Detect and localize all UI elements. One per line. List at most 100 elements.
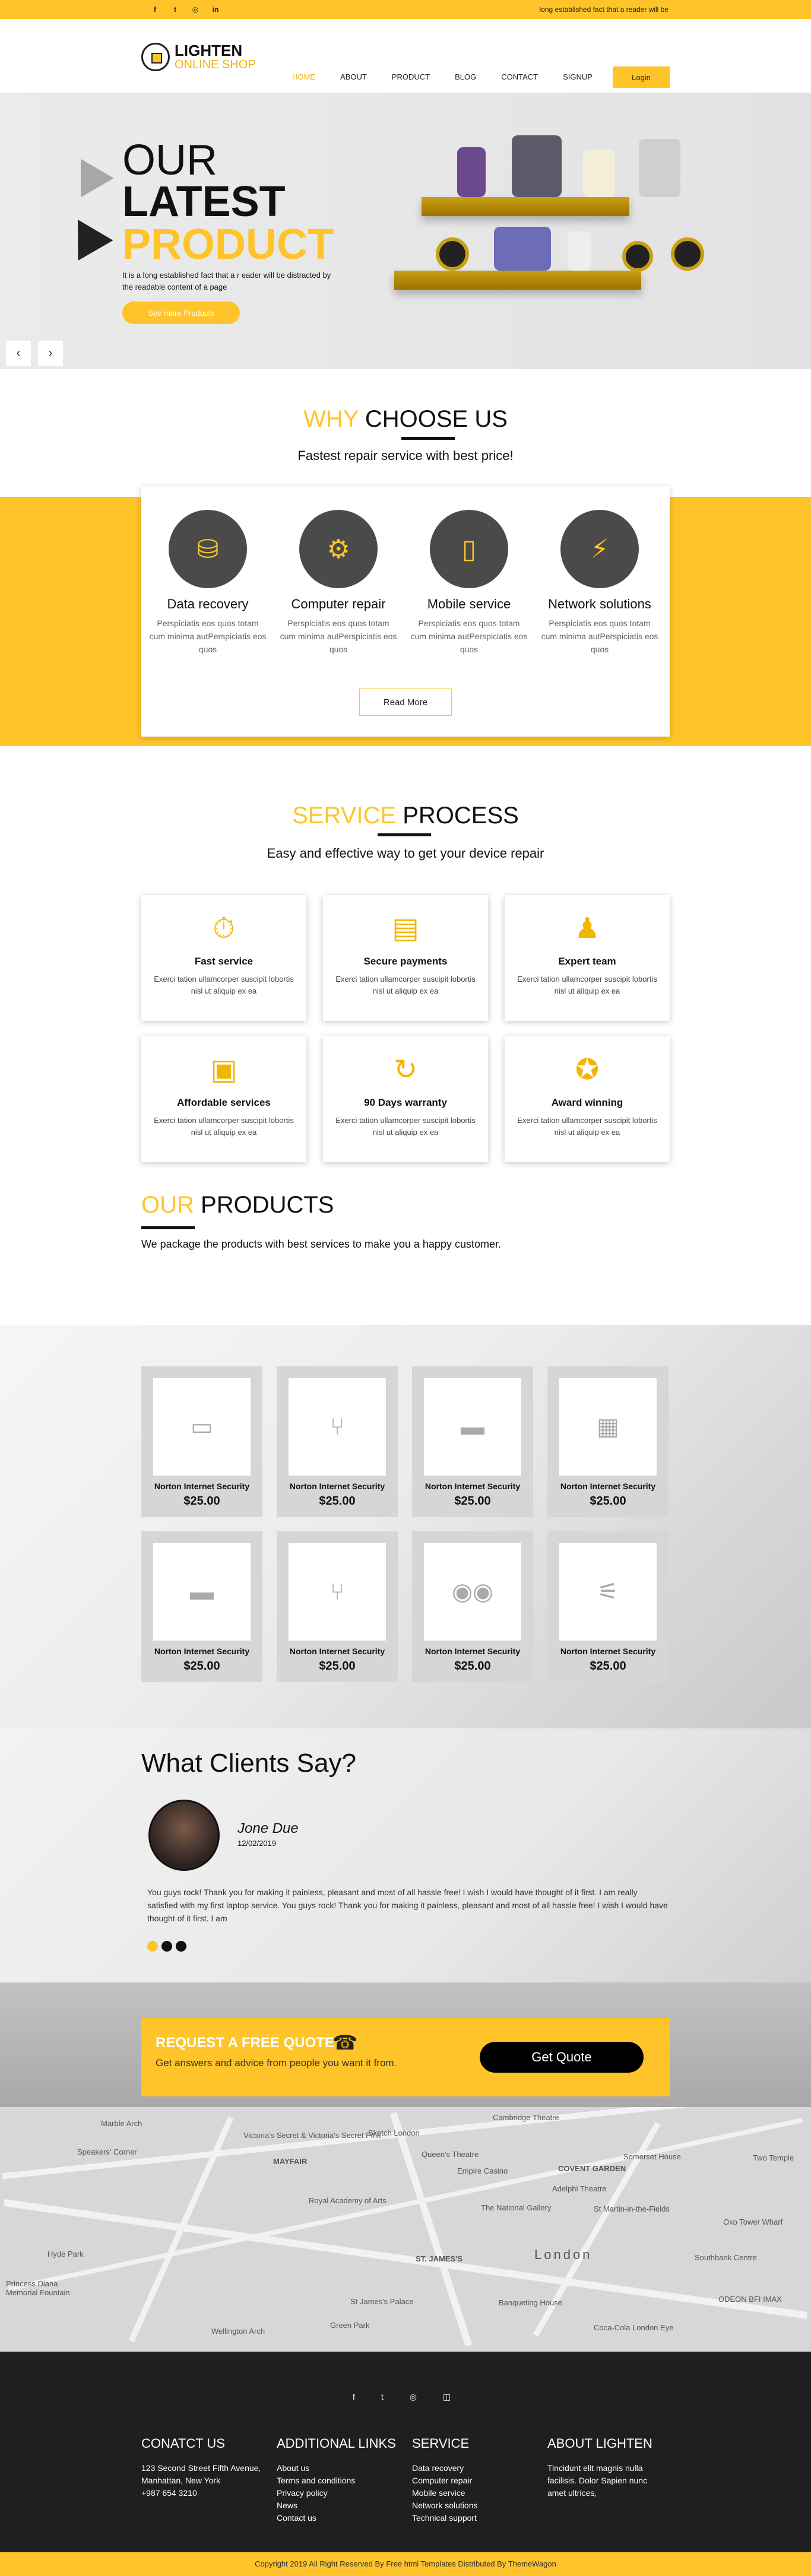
get-quote-button[interactable]: Get Quote: [480, 2042, 644, 2073]
process-card-text: Exerci tation ullamcorper suscipit lobor…: [517, 1116, 657, 1137]
facebook-icon[interactable]: f: [353, 2392, 355, 2402]
footer-link[interactable]: Technical support: [412, 2512, 543, 2524]
process-card-text: Exerci tation ullamcorper suscipit lobor…: [154, 1116, 294, 1137]
product-card[interactable]: ▦ Norton Internet Security $25.00: [547, 1366, 669, 1517]
product-card[interactable]: ▭ Norton Internet Security $25.00: [141, 1366, 262, 1517]
process-card-title: Fast service: [194, 956, 254, 967]
footer-link[interactable]: Privacy policy: [277, 2487, 407, 2499]
footer-about: ABOUT LIGHTEN Tincidunt elit magnis null…: [547, 2436, 666, 2499]
hero-prev-button[interactable]: ‹: [6, 341, 31, 366]
carousel-dot[interactable]: [161, 1941, 172, 1952]
product-card[interactable]: ▬ Norton Internet Security $25.00: [141, 1531, 262, 1682]
testimonial-text: You guys rock! Thank you for making it p…: [147, 1887, 668, 1923]
products-subtitle: We package the products with best servic…: [141, 1238, 501, 1250]
linkedin-icon[interactable]: in: [211, 5, 220, 14]
process-card-text: Exerci tation ullamcorper suscipit lobor…: [335, 1116, 476, 1137]
logo[interactable]: LIGHTEN ONLINE SHOP: [141, 43, 256, 71]
speaker-image: [639, 139, 680, 197]
product-card[interactable]: ◉◉ Norton Internet Security $25.00: [412, 1531, 533, 1682]
map-label: Hyde Park: [47, 2250, 84, 2258]
map-label: Southbank Centre: [695, 2253, 757, 2262]
quote-box: REQUEST A FREE QUOTE ☎ Get answers and a…: [141, 2018, 670, 2096]
triangle-decoration-icon: [60, 210, 113, 261]
instagram-icon[interactable]: ◎: [191, 5, 199, 14]
footer-link[interactable]: News: [277, 2499, 407, 2512]
main-nav: HOME ABOUT PRODUCT BLOG CONTACT SIGNUP: [292, 72, 593, 81]
avatar: [148, 1800, 220, 1871]
footer-link[interactable]: Terms and conditions: [277, 2475, 407, 2487]
feature-data-recovery: ⛁ Data recovery Perspiciatis eos quos to…: [148, 510, 267, 656]
product-card[interactable]: ▬ Norton Internet Security $25.00: [412, 1366, 533, 1517]
logo-subtitle: ONLINE SHOP: [175, 58, 256, 71]
feature-title: Network solutions: [548, 597, 651, 611]
nav-about[interactable]: ABOUT: [340, 72, 367, 81]
hero-line-1: OUR: [122, 137, 217, 184]
twitter-icon[interactable]: t: [171, 5, 179, 14]
instagram-square-icon[interactable]: ◫: [443, 2392, 451, 2402]
process-card: ✪ Award winning Exerci tation ullamcorpe…: [505, 1036, 670, 1162]
carousel-dot[interactable]: [147, 1941, 158, 1952]
map-label: The National Gallery: [481, 2203, 552, 2212]
see-more-products-button[interactable]: See more Products: [122, 302, 240, 324]
process-card: ⏱ Fast service Exerci tation ullamcorper…: [141, 895, 306, 1021]
hero-text: It is a long established fact that a r e…: [122, 271, 331, 291]
nav-signup[interactable]: SIGNUP: [563, 72, 593, 81]
carousel-dot[interactable]: [176, 1941, 186, 1952]
footer-link[interactable]: Network solutions: [412, 2499, 543, 2512]
twitter-icon[interactable]: t: [381, 2392, 384, 2402]
nav-contact[interactable]: CONTACT: [501, 72, 538, 81]
client-name: Jone Due: [237, 1820, 299, 1836]
nav-home[interactable]: HOME: [292, 72, 315, 81]
product-price: $25.00: [590, 1495, 626, 1508]
products-title: OUR PRODUCTS: [141, 1192, 334, 1219]
product-card[interactable]: ⚟ Norton Internet Security $25.00: [547, 1531, 669, 1682]
process-card-text: Exerci tation ullamcorper suscipit lobor…: [335, 975, 476, 995]
thermostat-image: [671, 237, 704, 271]
nav-product[interactable]: PRODUCT: [392, 72, 430, 81]
testimonials-title: What Clients Say?: [141, 1749, 356, 1778]
feature-title: Data recovery: [167, 597, 249, 611]
hero-banner: OUR LATEST PRODUCT It is a long establis…: [0, 93, 811, 369]
feature-title: Computer repair: [291, 597, 386, 611]
map-label: Adelphi Theatre: [552, 2184, 607, 2193]
why-title-main: CHOOSE US: [365, 406, 508, 432]
hero-next-button[interactable]: ›: [38, 341, 63, 366]
shelf-image: [394, 271, 641, 290]
footer-link[interactable]: Data recovery: [412, 2462, 543, 2475]
process-card: ▤ Secure payments Exerci tation ullamcor…: [323, 895, 488, 1021]
feature-text: Perspiciatis eos quos totam cum minima a…: [149, 618, 267, 654]
footer-link[interactable]: Computer repair: [412, 2475, 543, 2487]
product-card[interactable]: ⑂ Norton Internet Security $25.00: [277, 1531, 398, 1682]
login-button[interactable]: Login: [613, 66, 670, 88]
thermostat-image: [436, 237, 469, 271]
facebook-icon[interactable]: f: [151, 5, 159, 14]
map-label: ST. JAMES'S: [416, 2254, 462, 2263]
speaker-image: [457, 147, 486, 197]
product-price: $25.00: [319, 1495, 356, 1508]
nav-blog[interactable]: BLOG: [455, 72, 476, 81]
map-label: MAYFAIR: [273, 2157, 308, 2166]
quote-section: REQUEST A FREE QUOTE ☎ Get answers and a…: [0, 1982, 811, 2107]
external-drive-image: ▬: [424, 1378, 521, 1476]
product-price: $25.00: [454, 1660, 491, 1673]
hub-image: [494, 227, 551, 271]
service-process-section: SERVICE PROCESS Easy and effective way t…: [0, 761, 811, 1188]
footer-link[interactable]: Mobile service: [412, 2487, 543, 2499]
product-card[interactable]: ⑂ Norton Internet Security $25.00: [277, 1366, 398, 1517]
logo-chip-icon: [141, 43, 170, 71]
footer-link[interactable]: Contact us: [277, 2512, 407, 2524]
footer-heading: SERVICE: [412, 2436, 470, 2451]
power-adapter-image: ▦: [559, 1378, 657, 1476]
read-more-button[interactable]: Read More: [359, 689, 452, 716]
instagram-icon[interactable]: ◎: [410, 2392, 417, 2402]
award-ribbon-icon: ✪: [575, 1054, 600, 1086]
products-section: ▭ Norton Internet Security $25.00 ⑂ Nort…: [0, 1325, 811, 1728]
footer-social: f t ◎ ◫: [353, 2392, 451, 2402]
footer-heading: ABOUT LIGHTEN: [547, 2436, 652, 2451]
map-label: Somerset House: [623, 2152, 681, 2161]
footer-link[interactable]: About us: [277, 2462, 407, 2475]
map-label: St James's Palace: [350, 2297, 414, 2306]
footer-text: +987 654 3210: [141, 2488, 197, 2498]
map[interactable]: Marble Arch Victoria's Secret & Victoria…: [0, 2107, 811, 2352]
map-label: London: [534, 2247, 593, 2262]
